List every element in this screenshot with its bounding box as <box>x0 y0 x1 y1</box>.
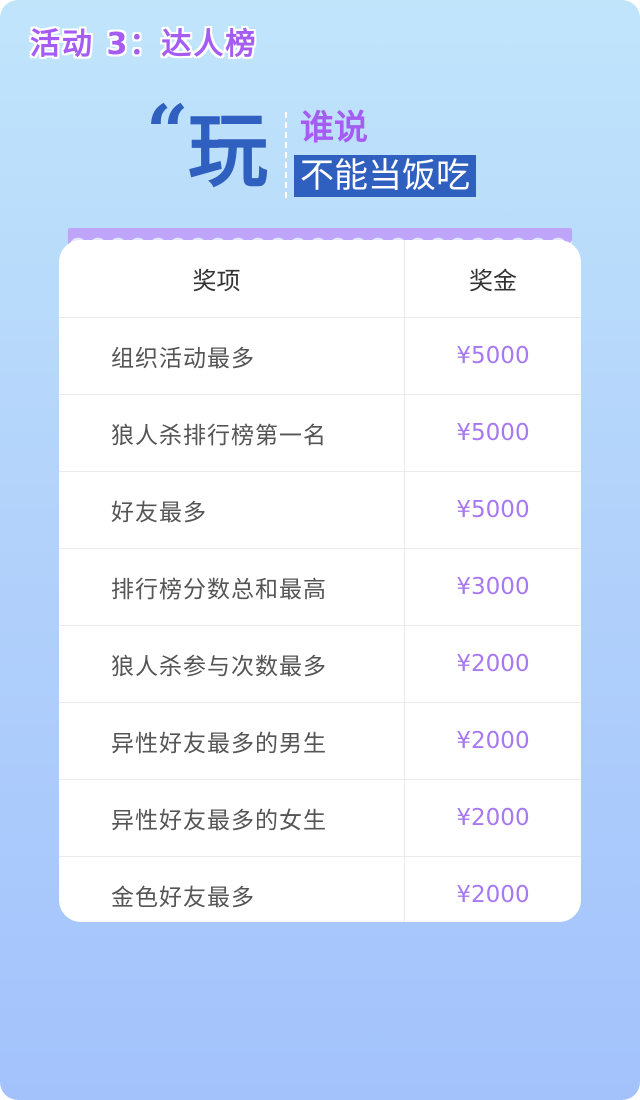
table-row: 异性好友最多的男生 ¥2000 <box>59 702 581 779</box>
prize-table: 奖项 奖金 组织活动最多 ¥5000 狼人杀排行榜第一名 ¥5000 好友最多 … <box>59 240 581 922</box>
table-row: 排行榜分数总和最高 ¥3000 <box>59 548 581 625</box>
prize-amount: ¥2000 <box>456 728 530 754</box>
table-row: 好友最多 ¥5000 <box>59 471 581 548</box>
table-row: 异性好友最多的女生 ¥2000 <box>59 779 581 856</box>
prize-amount: ¥5000 <box>456 420 530 446</box>
slogan-quote-mark: “ <box>146 90 189 176</box>
prize-amount: ¥2000 <box>456 805 530 831</box>
slogan-line2: 不能当饭吃 <box>294 155 476 197</box>
prize-amount: ¥2000 <box>456 882 530 908</box>
prize-name: 排行榜分数总和最高 <box>111 577 327 603</box>
table-row: 狼人杀排行榜第一名 ¥5000 <box>59 394 581 471</box>
prize-name: 组织活动最多 <box>111 346 255 372</box>
table-row: 组织活动最多 ¥5000 <box>59 317 581 394</box>
activity-title: 活动 3：达人榜 <box>30 27 258 62</box>
table-header: 奖项 奖金 <box>59 240 581 317</box>
slogan-big-char: 玩 <box>188 105 268 198</box>
prize-name: 异性好友最多的男生 <box>111 731 327 757</box>
prize-name: 金色好友最多 <box>111 885 255 911</box>
prize-amount: ¥2000 <box>456 651 530 677</box>
prize-name: 狼人杀排行榜第一名 <box>111 423 327 449</box>
prize-amount: ¥5000 <box>456 343 530 369</box>
prize-amount: ¥5000 <box>456 497 530 523</box>
slogan-divider <box>285 112 287 198</box>
prize-name: 狼人杀参与次数最多 <box>111 654 327 680</box>
prize-name: 异性好友最多的女生 <box>111 808 327 834</box>
table-row: 狼人杀参与次数最多 ¥2000 <box>59 625 581 702</box>
header-item: 奖项 <box>192 267 241 295</box>
slogan-line1: 谁说 <box>300 108 368 148</box>
prize-name: 好友最多 <box>111 500 207 526</box>
page: 活动 3：达人榜 “ 玩 谁说 不能当饭吃 奖项 奖金 组织活动最多 ¥5000… <box>0 0 640 1100</box>
table-row: 金色好友最多 ¥2000 <box>59 856 581 922</box>
prize-amount: ¥3000 <box>456 574 530 600</box>
header-amount: 奖金 <box>469 267 517 295</box>
